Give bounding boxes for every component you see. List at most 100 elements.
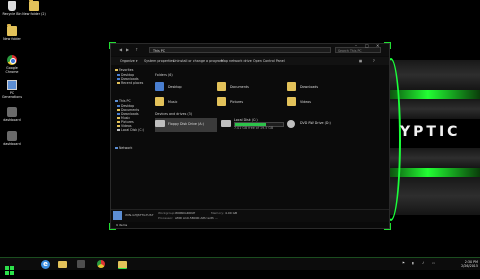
dvd-drive-icon xyxy=(287,120,295,128)
tray-flag-icon[interactable]: ⚑ xyxy=(402,261,405,265)
desktop-icon-label: dashboard xyxy=(3,118,21,122)
folder-item-downloads[interactable]: Downloads xyxy=(287,82,347,94)
pictures-folder-icon xyxy=(217,97,226,106)
folder-icon xyxy=(29,0,39,11)
desktop-icon-google-chrome[interactable]: Google Chrome xyxy=(0,55,24,74)
maximize-button[interactable]: □ xyxy=(365,43,369,48)
internet-explorer-icon: e xyxy=(41,260,50,269)
taskbar-clock[interactable]: 2:30 PM 2/26/2015 xyxy=(448,260,478,268)
folder-label: Downloads xyxy=(300,85,319,89)
documents-folder-icon xyxy=(217,82,226,91)
title-bar: ◀ ▶ ↑ This PC Search This PC – □ ✕ xyxy=(111,43,389,56)
content-pane: Folders (6) Desktop Documents Downloads … xyxy=(151,66,387,208)
folder-item-pictures[interactable]: Pictures xyxy=(217,97,277,109)
workgroup-label: Workgroup: xyxy=(158,211,176,215)
tray-network-icon[interactable]: ▮ xyxy=(412,261,414,265)
open-control-panel-button[interactable]: Open Control Panel xyxy=(253,57,285,65)
hard-drive-icon xyxy=(221,120,231,127)
folder-item-documents[interactable]: Documents xyxy=(217,82,277,94)
recycle-bin-icon xyxy=(8,1,16,11)
tray-volume-icon[interactable]: ♪ xyxy=(422,261,424,265)
up-arrow-icon[interactable]: ↑ xyxy=(135,47,140,52)
taskbar-explorer-window[interactable] xyxy=(118,260,127,269)
drive-free-space: 7.01 GB free of 19.5 GB xyxy=(234,126,274,130)
folder-label: Documents xyxy=(230,85,249,89)
folder-icon xyxy=(7,24,17,36)
processor-value: AMD A10-5800K APU with ... xyxy=(175,216,218,220)
view-options-icon[interactable]: ▦ xyxy=(359,57,362,65)
download-icon xyxy=(117,112,120,116)
address-bar[interactable]: This PC xyxy=(149,47,331,53)
folder-item-videos[interactable]: Videos xyxy=(287,97,347,109)
folder-label: Desktop xyxy=(168,85,182,89)
desktop-icon-label: New folder (2) xyxy=(22,12,46,16)
folders-group-header[interactable]: Folders (6) xyxy=(155,73,173,77)
taskbar-chrome[interactable] xyxy=(97,260,106,269)
drive-item-floppy[interactable]: Floppy Disk Drive (A:) xyxy=(155,118,217,132)
nav-this-pc[interactable]: This PC xyxy=(115,99,131,103)
processor-label: Processor: xyxy=(158,216,174,220)
memory-label: Memory: xyxy=(211,211,224,215)
system-properties-button[interactable]: System properties xyxy=(144,57,174,65)
back-arrow-icon[interactable]: ◀ xyxy=(119,47,124,52)
start-button[interactable] xyxy=(5,260,14,275)
folder-label: Videos xyxy=(300,100,311,104)
floppy-drive-icon xyxy=(155,120,165,127)
folder-label: Pictures xyxy=(230,100,244,104)
nav-label: Recent places xyxy=(121,81,144,85)
pictures-icon xyxy=(117,120,120,124)
tray-battery-icon[interactable]: ▭ xyxy=(432,261,435,265)
help-icon[interactable]: ? xyxy=(373,57,375,65)
taskbar: e ⚑ ▮ ♪ ▭ 2:30 PM 2/26/2015 xyxy=(0,257,480,275)
nav-favorites[interactable]: Favorites xyxy=(115,68,133,72)
desktop: Recycle Bin New folder (2) New folder Go… xyxy=(0,0,480,257)
taskbar-ie[interactable]: e xyxy=(41,260,50,269)
nav-label: This PC xyxy=(119,99,131,103)
desktop-icon-recycle-bin[interactable]: Recycle Bin xyxy=(0,1,24,16)
drive-icon xyxy=(117,128,120,132)
videos-icon xyxy=(117,124,120,128)
nav-label: Favorites xyxy=(119,68,134,72)
desktop-icon-dashboard-1[interactable]: dashboard xyxy=(0,107,24,122)
minimize-button[interactable]: – xyxy=(355,43,357,48)
desktop-icon-pc-generations[interactable]: PC Generations xyxy=(0,80,24,99)
drive-item-dvd[interactable]: DVD RW Drive (D:) xyxy=(287,118,347,132)
drive-label: Floppy Disk Drive (A:) xyxy=(168,122,204,126)
folder-item-desktop[interactable]: Desktop xyxy=(155,82,215,94)
devices-group-header[interactable]: Devices and drives (3) xyxy=(155,112,192,116)
computer-icon xyxy=(7,80,17,90)
command-bar: Organize ▾ System properties Uninstall o… xyxy=(111,57,389,65)
map-network-drive-button[interactable]: Map network drive xyxy=(221,57,252,65)
workgroup-value: WORKGROUP xyxy=(175,211,196,215)
folder-item-music[interactable]: Music xyxy=(155,97,215,109)
nav-label: Network xyxy=(119,146,133,150)
folder-icon xyxy=(58,261,67,268)
desktop-icon-dashboard-2[interactable]: dashboard xyxy=(0,131,24,146)
desktop-icon-new-folder-2[interactable]: New folder (2) xyxy=(22,0,46,16)
taskbar-store[interactable] xyxy=(77,260,86,269)
desktop-icon-label: New folder xyxy=(3,37,21,41)
computer-icon xyxy=(115,99,118,103)
nav-network[interactable]: Network xyxy=(115,146,132,150)
music-folder-icon xyxy=(155,97,164,106)
forward-arrow-icon[interactable]: ▶ xyxy=(126,47,131,52)
windows-logo-icon xyxy=(5,266,14,275)
desktop-icon xyxy=(117,73,120,77)
music-icon xyxy=(117,116,120,120)
search-input[interactable]: Search This PC xyxy=(335,47,381,53)
recent-icon xyxy=(117,81,120,85)
desktop-icon-new-folder[interactable]: New folder xyxy=(0,24,24,41)
nav-recent-places[interactable]: Recent places xyxy=(117,81,143,85)
computer-icon xyxy=(113,211,122,220)
search-placeholder: Search This PC xyxy=(338,49,362,53)
organize-menu[interactable]: Organize ▾ xyxy=(120,57,137,65)
address-text: This PC xyxy=(153,49,166,53)
uninstall-program-button[interactable]: Uninstall or change a program xyxy=(173,57,223,65)
nav-local-disk[interactable]: Local Disk (C:) xyxy=(117,128,144,132)
taskbar-file-explorer[interactable] xyxy=(58,260,67,269)
drive-item-local-disk[interactable]: Local Disk (C:) 7.01 GB free of 19.5 GB xyxy=(221,118,291,132)
cylinder-band xyxy=(385,60,480,90)
desktop-icon xyxy=(117,104,120,108)
close-button[interactable]: ✕ xyxy=(376,43,379,48)
desktop-icon-label: Recycle Bin xyxy=(2,12,22,16)
